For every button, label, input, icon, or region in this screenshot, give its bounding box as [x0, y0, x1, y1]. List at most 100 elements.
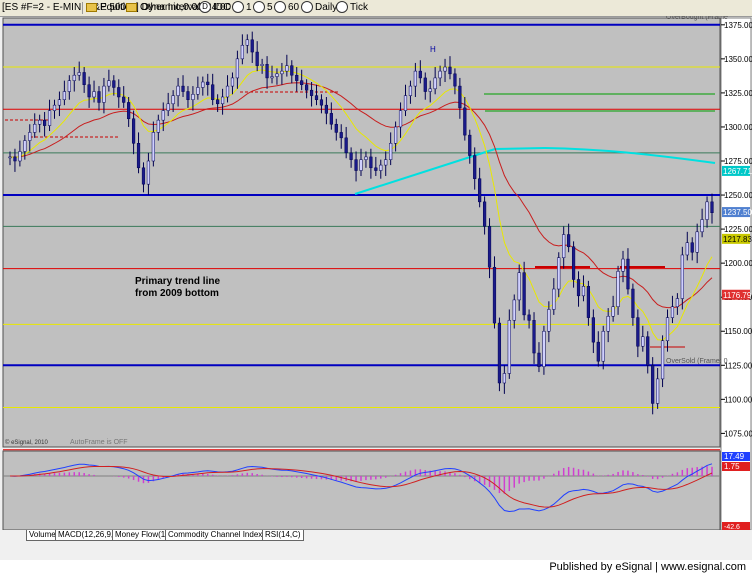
idc-label: IDC	[213, 2, 231, 13]
candle-body	[230, 77, 235, 87]
candle-body	[87, 84, 91, 98]
candle-body	[547, 309, 551, 332]
footer: Published by eSignal | www.esignal.com	[0, 560, 752, 575]
candle-body	[57, 99, 62, 106]
price-tick-label: 1375.00	[724, 21, 752, 30]
trend-annotation-line1: Primary trend line	[135, 276, 220, 287]
published-text: Published by eSignal | www.esignal.com	[549, 561, 746, 573]
price-tick-label: 1250.00	[724, 191, 752, 200]
indicator-tab[interactable]: Volume	[26, 530, 59, 541]
price-badge-label: 1237.50	[723, 208, 752, 217]
candle-body	[448, 66, 452, 75]
candle-body	[339, 132, 343, 139]
candle-body	[626, 258, 630, 290]
candle-body	[571, 246, 576, 280]
candle-body	[112, 80, 116, 88]
candle-body	[542, 330, 546, 367]
candle-body	[216, 99, 220, 105]
candle-body	[576, 279, 581, 297]
candle-body	[611, 306, 615, 317]
candle-body	[82, 72, 86, 85]
candle-body	[107, 80, 111, 87]
candle-body	[591, 317, 595, 343]
candle-body	[28, 132, 32, 141]
interval-5-button[interactable]: 5	[253, 1, 273, 15]
candle-body	[171, 95, 175, 105]
candle-body	[92, 91, 96, 98]
candle-body	[492, 266, 497, 324]
candle-body	[700, 219, 704, 233]
candle-body	[468, 134, 472, 156]
circle-icon: D	[199, 1, 211, 14]
candle-body	[47, 110, 52, 126]
candle-body	[260, 64, 264, 66]
candle-body	[275, 73, 279, 77]
interval-60-label: 60	[288, 2, 300, 13]
candle-body	[695, 231, 699, 253]
candle-body	[265, 64, 269, 79]
candle-body	[705, 201, 709, 220]
price-tick-label: 1300.00	[724, 123, 752, 132]
candle-body	[389, 143, 393, 160]
candle-body	[537, 352, 541, 367]
candle-body	[567, 234, 571, 248]
candle-body	[527, 314, 531, 321]
candle-body	[206, 81, 210, 85]
tick-button[interactable]: Tick	[336, 1, 368, 15]
candle-body	[710, 201, 714, 214]
circle-icon	[253, 1, 265, 14]
candle-body	[305, 84, 309, 91]
circle-icon	[274, 1, 286, 14]
candle-body	[77, 72, 81, 76]
candle-body	[161, 110, 165, 121]
interval-60-button[interactable]: 60	[274, 1, 299, 15]
candle-body	[136, 143, 141, 169]
candle-body	[211, 84, 215, 100]
interval-5-label: 5	[267, 2, 273, 13]
daily-button[interactable]: Daily	[301, 1, 337, 15]
idc-button[interactable]: D IDC	[199, 1, 230, 15]
candle-body	[319, 99, 324, 106]
candle-body	[146, 160, 151, 185]
candle-body	[354, 159, 358, 171]
candle-body	[675, 298, 679, 307]
candle-body	[220, 96, 225, 105]
price-tick-label: 1350.00	[724, 55, 752, 64]
price-tick-label: 1150.00	[724, 327, 752, 336]
candle-body	[324, 104, 328, 114]
tick-label: Tick	[350, 2, 368, 13]
trend-annotation-line2: from 2009 bottom	[135, 288, 219, 299]
candle-body	[43, 119, 47, 126]
candle-body	[300, 80, 304, 85]
candle-body	[290, 65, 294, 76]
candle-body	[141, 167, 146, 185]
circle-icon	[232, 1, 244, 14]
candle-body	[181, 85, 185, 92]
other-intervals-button[interactable]: Other Intervals	[126, 1, 206, 15]
indicator-badge-label: 1.75	[724, 462, 740, 471]
candle-body	[127, 102, 131, 120]
candle-body	[334, 123, 338, 133]
candle-body	[295, 74, 299, 81]
candle-body	[408, 85, 413, 96]
candle-body	[18, 151, 22, 162]
candle-body	[651, 365, 655, 404]
candle-body	[245, 39, 249, 46]
candle-body	[641, 336, 645, 347]
candle-body	[433, 77, 437, 90]
interval-1-button[interactable]: 1	[232, 1, 252, 15]
candle-body	[270, 76, 274, 79]
candle-body	[72, 74, 76, 81]
price-chart[interactable]: Primary trend linefrom 2009 bottom OverBo…	[0, 16, 752, 530]
candle-body	[156, 119, 160, 133]
price-tick-label: 1125.00	[724, 361, 752, 370]
candle-body	[38, 119, 42, 125]
candle-body	[359, 159, 363, 171]
candle-body	[438, 70, 442, 79]
price-badge-label: 1176.79	[723, 291, 752, 300]
indicator-tab[interactable]: RSI(14,C)	[262, 530, 304, 541]
candle-body	[349, 152, 353, 160]
candle-body	[309, 89, 314, 96]
candle-body	[97, 91, 101, 103]
candle-body	[225, 85, 230, 98]
